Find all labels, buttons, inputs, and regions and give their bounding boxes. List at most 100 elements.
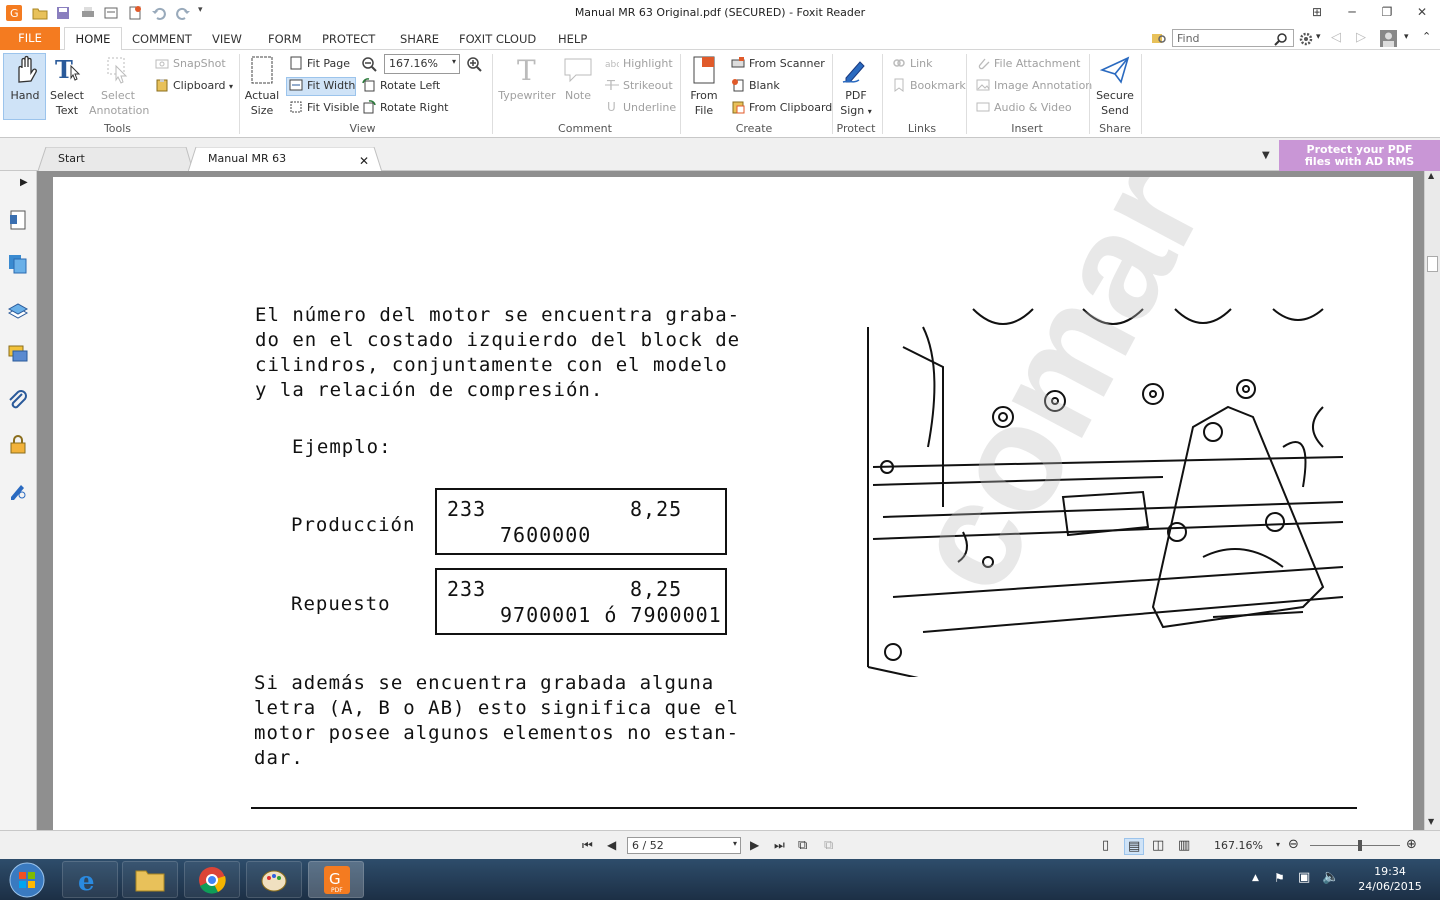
last-page-icon[interactable]: ⏭ xyxy=(774,838,785,853)
rotate-right-button[interactable]: Rotate Right xyxy=(362,99,448,117)
next-view-icon[interactable]: ⧉ xyxy=(824,838,833,853)
tab-list-chevron-icon[interactable]: ▼ xyxy=(1262,150,1270,161)
highlight-button[interactable]: abc Highlight xyxy=(605,55,673,73)
select-text-label-2: Text xyxy=(55,104,79,117)
tab-comment[interactable]: COMMENT xyxy=(132,32,192,46)
zoom-in-icon[interactable] xyxy=(466,56,482,72)
tab-help[interactable]: HELP xyxy=(558,32,587,46)
zoom-slider-thumb[interactable] xyxy=(1358,840,1362,851)
show-hidden-icons[interactable]: ▲ xyxy=(1252,873,1259,883)
taskbar-clock[interactable]: 19:34 24/06/2015 xyxy=(1350,864,1430,894)
tab-foxit-cloud[interactable]: FOXIT CLOUD xyxy=(459,32,536,46)
maximize-button[interactable]: ❐ xyxy=(1376,3,1398,21)
note-button[interactable]: Note xyxy=(560,54,596,103)
snapshot-button[interactable]: SnapShot xyxy=(155,55,226,73)
strikeout-button[interactable]: T Strikeout xyxy=(605,77,673,95)
gear-icon[interactable] xyxy=(1298,31,1314,47)
image-annotation-button[interactable]: Image Annotation xyxy=(976,77,1092,95)
user-menu-chevron-icon[interactable]: ▾ xyxy=(1404,32,1409,42)
first-page-icon[interactable]: ⏮ xyxy=(582,838,593,853)
pages-icon[interactable] xyxy=(7,209,29,231)
secure-send-button[interactable]: Secure Send xyxy=(1094,54,1136,118)
back-icon[interactable]: ◁ xyxy=(1331,30,1341,45)
volume-icon[interactable]: 🔈 xyxy=(1322,869,1339,885)
stack-icon[interactable] xyxy=(7,299,29,321)
tab-protect[interactable]: PROTECT xyxy=(322,32,375,46)
tab-share[interactable]: SHARE xyxy=(400,32,439,46)
vertical-scrollbar[interactable]: ▲ ▼ xyxy=(1424,171,1440,830)
lock-icon[interactable] xyxy=(7,433,29,455)
user-icon[interactable] xyxy=(1380,30,1397,47)
audio-video-button[interactable]: Audio & Video xyxy=(976,99,1072,117)
from-file-button[interactable]: From File xyxy=(686,54,722,118)
tab-file[interactable]: FILE xyxy=(0,27,60,50)
continuous-facing-icon[interactable]: ▥ xyxy=(1178,838,1190,853)
hand-tool[interactable]: Hand xyxy=(4,54,46,103)
status-zoom-out-icon[interactable]: ⊖ xyxy=(1288,837,1299,852)
attachment-icon[interactable] xyxy=(7,389,29,411)
search-icon[interactable] xyxy=(1274,32,1288,46)
file-attachment-button[interactable]: File Attachment xyxy=(976,55,1080,73)
fit-visible-button[interactable]: Fit Visible xyxy=(289,99,359,117)
action-center-flag-icon[interactable]: ⚑ xyxy=(1274,871,1285,885)
single-page-icon[interactable]: ▯ xyxy=(1102,838,1109,853)
blank-button[interactable]: Blank xyxy=(731,77,780,95)
layers-icon[interactable] xyxy=(7,253,29,275)
tab-form[interactable]: FORM xyxy=(268,32,302,46)
expand-panel-icon[interactable]: ▶ xyxy=(20,177,28,188)
select-text-button[interactable]: T Select Text xyxy=(48,54,86,118)
close-button[interactable]: ✕ xyxy=(1411,3,1433,21)
actual-size-button[interactable]: Actual Size xyxy=(244,54,280,118)
from-scanner-button[interactable]: From Scanner xyxy=(731,55,825,73)
ribbon-options-icon[interactable]: ⊞ xyxy=(1306,3,1328,21)
typewriter-button[interactable]: T Typewriter xyxy=(498,54,556,103)
scroll-up-icon[interactable]: ▲ xyxy=(1428,171,1434,180)
document-viewport[interactable]: El número del motor se encuentra graba- … xyxy=(37,171,1424,837)
zoom-out-icon[interactable] xyxy=(361,56,377,72)
tab-view[interactable]: VIEW xyxy=(212,32,242,46)
clock-time: 19:34 xyxy=(1374,865,1406,878)
bookmark-button[interactable]: Bookmark xyxy=(892,77,966,95)
page-number-input[interactable]: 6 / 52 ▾ xyxy=(627,837,741,854)
fit-page-button[interactable]: Fit Page xyxy=(289,55,350,73)
taskbar-internet-explorer[interactable]: e xyxy=(62,861,118,898)
minimize-button[interactable]: ─ xyxy=(1341,3,1363,21)
tab-home[interactable]: HOME xyxy=(64,27,122,51)
status-zoom-in-icon[interactable]: ⊕ xyxy=(1406,837,1417,852)
forward-icon[interactable]: ▷ xyxy=(1356,30,1366,45)
select-annotation-button[interactable]: Select Annotation xyxy=(89,54,149,118)
taskbar-foxit-reader[interactable]: G PDF xyxy=(308,861,364,898)
status-zoom-value[interactable]: 167.16% xyxy=(1214,839,1263,852)
comments-icon[interactable] xyxy=(7,343,29,365)
previous-view-icon[interactable]: ⧉ xyxy=(798,838,807,853)
underline-button[interactable]: U Underline xyxy=(605,99,676,117)
clipboard-button[interactable]: Clipboard ▾ xyxy=(155,77,233,95)
scroll-thumb[interactable] xyxy=(1427,256,1438,272)
from-clipboard-button[interactable]: From Clipboard xyxy=(731,99,832,117)
status-zoom-chevron-icon[interactable]: ▾ xyxy=(1276,840,1280,849)
taskbar-chrome[interactable] xyxy=(184,861,240,898)
facing-page-icon[interactable]: ◫ xyxy=(1152,838,1164,853)
zoom-select[interactable]: 167.16% ▾ xyxy=(384,54,460,74)
zoom-slider[interactable] xyxy=(1310,845,1400,846)
collapse-ribbon-icon[interactable]: ⌃ xyxy=(1422,30,1431,43)
rotate-left-button[interactable]: Rotate Left xyxy=(362,77,440,95)
pdf-sign-button[interactable]: PDF Sign ▾ xyxy=(836,54,876,119)
taskbar-explorer[interactable] xyxy=(122,861,178,898)
windows-start-icon[interactable] xyxy=(8,861,46,899)
tab-current-document[interactable]: Manual MR 63 Original.pd... xyxy=(188,147,358,189)
close-tab-icon[interactable]: ✕ xyxy=(359,154,369,168)
next-page-icon[interactable]: ▶ xyxy=(750,838,759,852)
link-button[interactable]: Link xyxy=(892,55,933,73)
network-icon[interactable]: ▣ xyxy=(1298,870,1310,885)
fit-width-button[interactable]: Fit Width xyxy=(289,77,355,95)
continuous-page-icon[interactable]: ▤ xyxy=(1124,838,1145,855)
protect-ad-rms-banner[interactable]: Protect your PDF files with AD RMS xyxy=(1279,140,1440,171)
taskbar-paint[interactable] xyxy=(246,861,302,898)
signature-icon[interactable] xyxy=(7,479,29,501)
find-options-icon[interactable] xyxy=(1151,30,1167,46)
scroll-down-icon[interactable]: ▼ xyxy=(1428,817,1434,826)
chevron-down-icon[interactable]: ▾ xyxy=(1316,32,1321,42)
previous-page-icon[interactable]: ◀ xyxy=(607,838,616,852)
tab-start[interactable]: Start xyxy=(38,147,188,171)
